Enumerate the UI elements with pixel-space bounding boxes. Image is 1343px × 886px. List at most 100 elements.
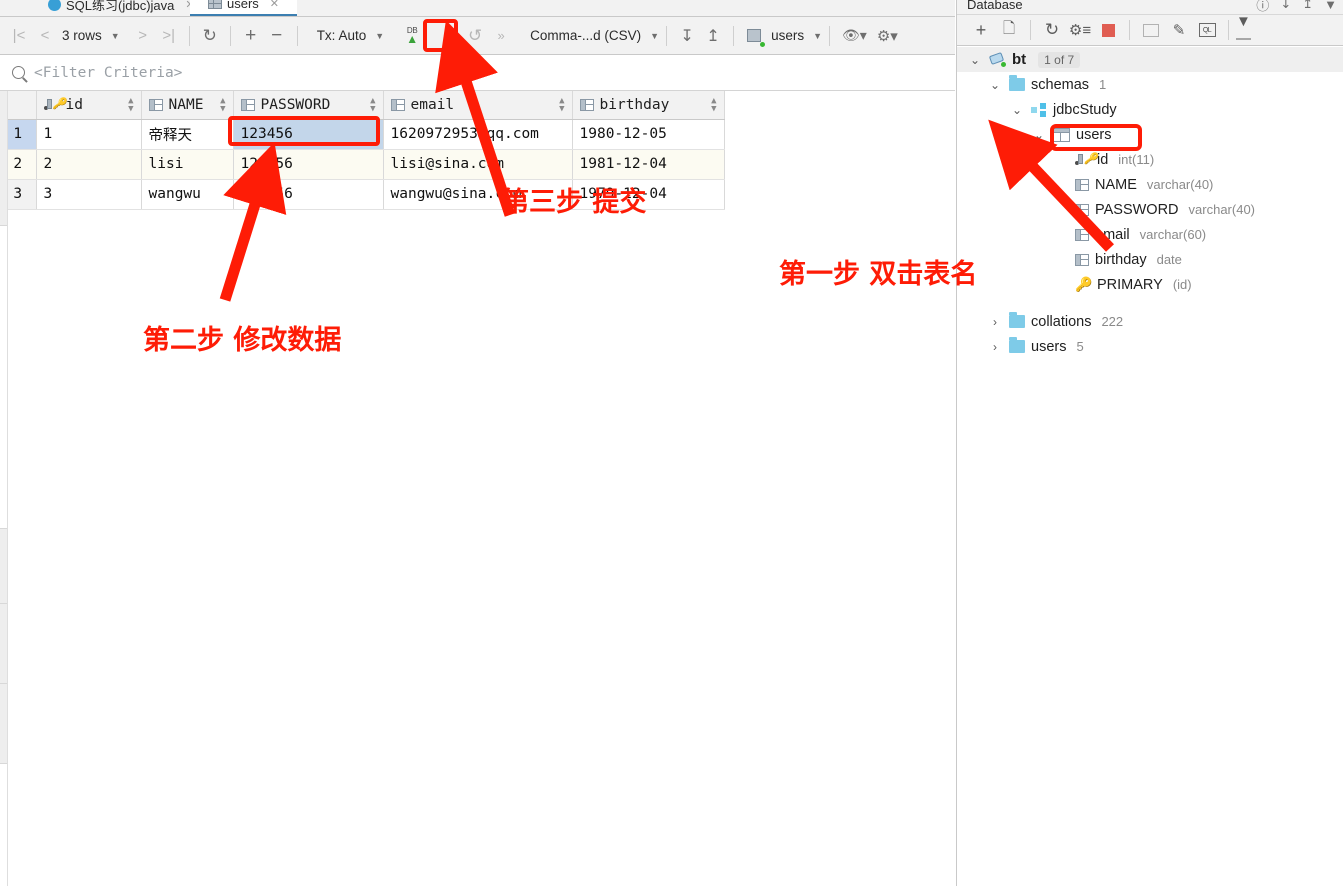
eye-icon[interactable]: 👁▾ xyxy=(837,22,872,50)
row-count-label[interactable]: 3 rows xyxy=(58,28,106,43)
cell-email[interactable]: lisi@sina.com xyxy=(383,149,573,180)
column-header-password[interactable]: PASSWORD ▲ ▼ xyxy=(233,91,384,120)
tree-item-column-password[interactable]: PASSWORD varchar(40) xyxy=(957,197,1343,222)
column-icon xyxy=(1075,228,1089,241)
query-console-icon[interactable]: QL xyxy=(1193,17,1221,43)
chevron-down-icon[interactable]: ⌄ xyxy=(1009,103,1025,117)
cell-email[interactable]: 1620972953@qq.com xyxy=(383,119,573,150)
last-page-button[interactable]: >| xyxy=(156,22,182,50)
sort-indicator-icon[interactable]: ▲ ▼ xyxy=(220,96,225,113)
datasource-label[interactable]: users xyxy=(767,28,808,43)
sync-icon[interactable]: ⚙≡ xyxy=(1066,17,1094,43)
close-icon[interactable]: ✕ xyxy=(270,0,279,10)
reload-icon[interactable]: ↻ xyxy=(197,22,223,50)
chevron-down-icon[interactable]: ⌄ xyxy=(1031,128,1047,142)
tree-item-jdbcstudy[interactable]: ⌄ jdbcStudy xyxy=(957,97,1343,122)
collapse-icon[interactable]: ↧ xyxy=(1280,0,1291,12)
results-table: 🔑 id ▲ ▼ NAME ▲ ▼ PASSWORD ▲ ▼ email ▲ ▼… xyxy=(0,91,725,210)
rollback-icon[interactable]: ↺ xyxy=(462,22,488,50)
gutter-segment[interactable] xyxy=(0,91,7,226)
cell-id[interactable]: 1 xyxy=(36,119,142,150)
tab-users[interactable]: users ✕ xyxy=(190,0,298,16)
chevron-down-icon[interactable]: ⌄ xyxy=(987,78,1003,92)
cell-birthday[interactable]: 1979-12-04 xyxy=(572,179,725,210)
upload-icon[interactable]: ↥ xyxy=(700,22,726,50)
tree-item-column-id[interactable]: 🔑 id int(11) xyxy=(957,147,1343,172)
tree-item-column-email[interactable]: email varchar(60) xyxy=(957,222,1343,247)
add-datasource-button[interactable]: + xyxy=(967,17,995,43)
cell-password[interactable]: 123456 xyxy=(233,149,384,180)
cell-password[interactable]: 123456 xyxy=(233,119,384,150)
chevron-down-icon[interactable]: ⌄ xyxy=(967,53,983,67)
tree-item-users-folder[interactable]: › users 5 xyxy=(957,334,1343,359)
cell-password[interactable]: 123456 xyxy=(233,179,384,210)
chevron-down-icon[interactable]: ▼ xyxy=(813,31,822,41)
cell-name[interactable]: lisi xyxy=(141,149,234,180)
edit-icon[interactable]: ✎ xyxy=(1165,17,1193,43)
first-page-button[interactable]: |< xyxy=(6,22,32,50)
add-row-button[interactable]: + xyxy=(238,22,264,50)
column-header-id[interactable]: 🔑 id ▲ ▼ xyxy=(36,91,142,120)
more-actions-icon[interactable]: » xyxy=(488,22,514,50)
tree-item-column-name[interactable]: NAME varchar(40) xyxy=(957,172,1343,197)
tree-item-users-table[interactable]: ⌄ users xyxy=(957,122,1343,147)
cell-birthday[interactable]: 1981-12-04 xyxy=(572,149,725,180)
column-header-name[interactable]: NAME ▲ ▼ xyxy=(141,91,234,120)
filter-bar[interactable]: <Filter Criteria> xyxy=(0,55,955,91)
filter-input[interactable]: <Filter Criteria> xyxy=(34,65,182,81)
expand-icon[interactable]: ↥ xyxy=(1302,0,1313,12)
commit-button[interactable]: DB ▲ xyxy=(400,24,424,48)
chevron-right-icon[interactable]: › xyxy=(987,340,1003,354)
schema-icon xyxy=(1031,102,1047,117)
tree-item-bt[interactable]: ⌄ bt 1 of 7 xyxy=(957,47,1343,72)
cell-id[interactable]: 3 xyxy=(36,179,142,210)
delete-row-button[interactable]: − xyxy=(264,22,290,50)
search-icon[interactable] xyxy=(12,66,25,79)
copy-icon[interactable]: 🗋 xyxy=(995,17,1023,43)
table-row[interactable]: 1 1 帝释天 123456 1620972953@qq.com 1980-12… xyxy=(0,119,725,150)
gutter-segment[interactable] xyxy=(0,684,7,764)
minimize-icon[interactable]: ▼ xyxy=(1324,0,1337,12)
cell-id[interactable]: 2 xyxy=(36,149,142,180)
filter-icon[interactable]: ▼— xyxy=(1236,13,1264,47)
table-row[interactable]: 2 2 lisi 123456 lisi@sina.com 1981-12-04 xyxy=(0,149,725,180)
column-header-birthday[interactable]: birthday ▲ ▼ xyxy=(572,91,725,120)
cell-birthday[interactable]: 1980-12-05 xyxy=(572,119,725,150)
stop-icon[interactable] xyxy=(1094,17,1122,43)
gear-icon[interactable]: ⚙▾ xyxy=(872,22,903,50)
sort-indicator-icon[interactable]: ▲ ▼ xyxy=(370,96,375,113)
chevron-right-icon[interactable]: › xyxy=(987,315,1003,329)
gutter-segment[interactable] xyxy=(0,604,7,684)
download-icon[interactable]: ↧ xyxy=(674,22,700,50)
table-view-icon[interactable] xyxy=(1137,17,1165,43)
tree-item-column-birthday[interactable]: birthday date xyxy=(957,247,1343,272)
refresh-icon[interactable]: ↻ xyxy=(1038,17,1066,43)
cell-name[interactable]: 帝释天 xyxy=(141,119,234,150)
sort-indicator-icon[interactable]: ▲ ▼ xyxy=(711,96,716,113)
next-page-button[interactable]: > xyxy=(130,22,156,50)
chevron-down-icon[interactable]: ▼ xyxy=(375,31,384,41)
tree-item-schemas[interactable]: ⌄ schemas 1 xyxy=(957,72,1343,97)
chevron-down-icon[interactable]: ▼ xyxy=(111,31,120,41)
tree-item-collations[interactable]: › collations 222 xyxy=(957,309,1343,334)
database-panel: Database ⓘ ↧ ↥ ▼ + 🗋 ↻ ⚙≡ ✎ QL ▼— ⌄ bt 1… xyxy=(956,0,1343,886)
cell-name[interactable]: wangwu xyxy=(141,179,234,210)
tab-sql-file[interactable]: SQL练习(jdbc)java ✕ xyxy=(40,0,203,16)
export-format-label[interactable]: Comma-...d (CSV) xyxy=(526,28,645,43)
approve-icon[interactable]: ✓ xyxy=(436,22,462,50)
toolbar-divider xyxy=(829,25,831,46)
tree-item-primary-key[interactable]: 🔑 PRIMARY (id) xyxy=(957,272,1343,297)
tree-item-label: users xyxy=(1076,126,1112,143)
cell-email[interactable]: wangwu@sina.com xyxy=(383,179,573,210)
table-icon xyxy=(1053,127,1070,142)
sort-indicator-icon[interactable]: ▲ ▼ xyxy=(559,96,564,113)
table-row[interactable]: 3 3 wangwu 123456 wangwu@sina.com 1979-1… xyxy=(0,179,725,210)
gutter-segment[interactable] xyxy=(0,529,7,604)
column-header-email[interactable]: email ▲ ▼ xyxy=(383,91,573,120)
sort-indicator-icon[interactable]: ▲ ▼ xyxy=(128,96,133,113)
transaction-mode-label[interactable]: Tx: Auto xyxy=(313,28,371,43)
chevron-down-icon[interactable]: ▼ xyxy=(650,31,659,41)
tree-item-label: users xyxy=(1031,338,1067,355)
prev-page-button[interactable]: < xyxy=(32,22,58,50)
help-icon[interactable]: ⓘ xyxy=(1256,0,1269,14)
